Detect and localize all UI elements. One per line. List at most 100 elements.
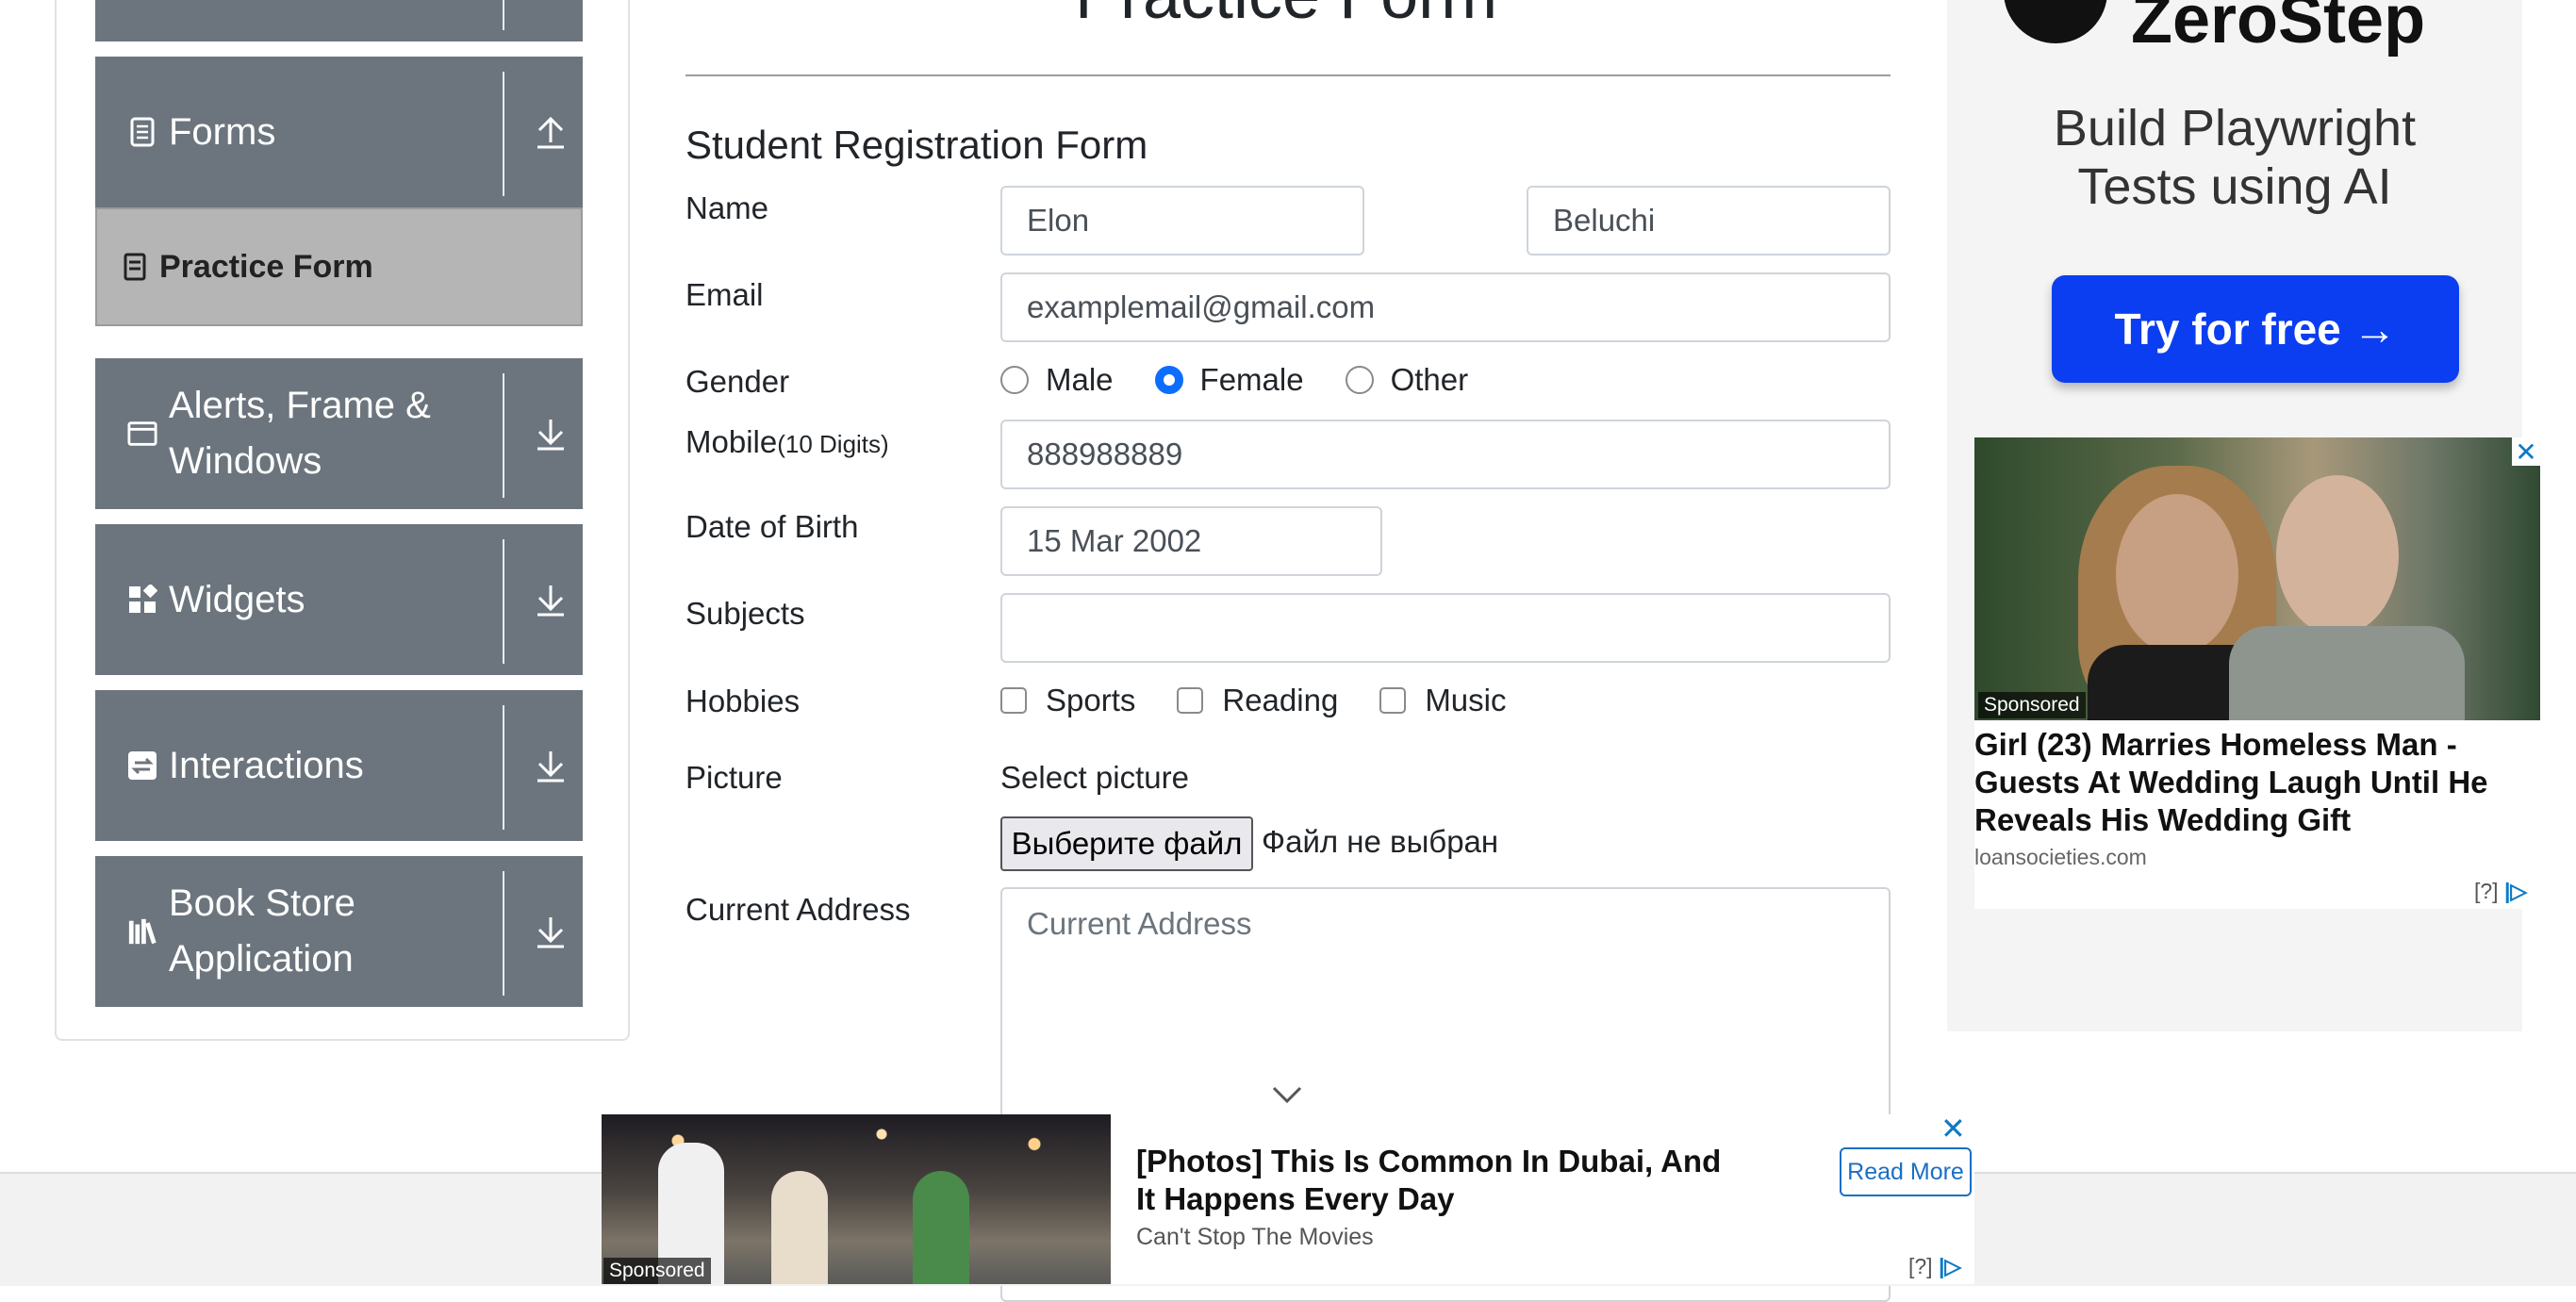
mobile-input[interactable]: 888988889 [1000, 420, 1891, 489]
expand-icon[interactable] [524, 407, 577, 460]
gender-label: Gender [685, 364, 790, 399]
group-divider [503, 373, 504, 498]
expand-icon[interactable] [524, 739, 577, 792]
sponsored-label: Sponsored [603, 1258, 711, 1284]
zerostep-logo: ZeroStep [2131, 0, 2426, 58]
gender-option-male[interactable]: Male [1000, 362, 1114, 398]
date-of-birth-input[interactable]: 15 Mar 2002 [1000, 506, 1382, 576]
gender-option-other[interactable]: Other [1345, 362, 1468, 398]
ad-headline[interactable]: [Photos] This Is Common In Dubai, And It… [1136, 1143, 1740, 1218]
expand-icon[interactable] [524, 905, 577, 958]
first-name-input[interactable]: Elon [1000, 186, 1364, 255]
dob-label: Date of Birth [685, 509, 859, 544]
sidebar-group-elements[interactable] [95, 0, 583, 41]
close-icon[interactable]: ✕ [1940, 1111, 1966, 1146]
title-divider [685, 74, 1891, 76]
checkbox-label: Reading [1222, 683, 1339, 717]
mobile-label-text: Mobile [685, 424, 778, 459]
chevron-down-icon[interactable] [1271, 1084, 1303, 1110]
bottom-banner-ad[interactable]: Sponsored [Photos] This Is Common In Dub… [602, 1111, 1974, 1284]
sidebar-group-label-line2: Windows [169, 440, 322, 482]
sidebar-item-practice-form[interactable]: Practice Form [95, 207, 583, 326]
sidebar-group-widgets[interactable]: Widgets [95, 524, 583, 675]
hobby-option-reading[interactable]: Reading [1177, 683, 1338, 718]
radio-other[interactable] [1345, 366, 1374, 394]
window-icon [127, 419, 157, 449]
form-badge-icon [124, 253, 146, 286]
radio-label: Male [1046, 362, 1114, 397]
file-status-text: Файл не выбран [1262, 824, 1499, 859]
zerostep-logo-icon [2004, 0, 2107, 43]
ad-info-icon: |▷ [2503, 879, 2528, 903]
hobby-option-music[interactable]: Music [1379, 683, 1507, 718]
interactions-icon [127, 750, 157, 781]
ad-headline-line1: Build Playwright [2053, 100, 2417, 157]
sponsored-label: Sponsored [1978, 692, 2086, 718]
checkbox-music[interactable] [1379, 687, 1407, 714]
ad-image-shape [2116, 494, 2238, 654]
group-divider [503, 539, 504, 664]
subjects-input[interactable] [1000, 593, 1891, 663]
try-for-free-button[interactable]: Try for free → [2052, 275, 2459, 383]
choose-file-button[interactable]: Выберите файл [1000, 816, 1253, 871]
sidebar-group-label: Widgets [169, 579, 305, 620]
ad-domain[interactable]: Can't Stop The Movies [1136, 1224, 1374, 1251]
ad-image-shape [771, 1171, 828, 1284]
native-ad[interactable]: Sponsored ✕ Girl (23) Marries Homeless M… [1974, 437, 2540, 909]
group-divider [503, 72, 504, 196]
adchoices-icon[interactable]: [?] |▷ [2474, 879, 2527, 904]
ad-image-shape [2276, 475, 2399, 635]
close-icon[interactable]: ✕ [2512, 437, 2540, 467]
current-address-label: Current Address [685, 892, 911, 927]
ad-image-shape [913, 1171, 969, 1284]
group-divider [503, 0, 504, 30]
sidebar-group-alerts-frames-windows[interactable]: Alerts, Frame & Windows [95, 358, 583, 509]
group-divider [503, 871, 504, 996]
sidebar-group-label: Forms [169, 111, 276, 153]
radio-label: Female [1199, 362, 1304, 397]
sidebar-group-label: Book Store [169, 882, 355, 924]
ad-headline[interactable]: Girl (23) Marries Homeless Man - Guests … [1974, 726, 2540, 839]
mobile-hint: (10 Digits) [777, 430, 889, 458]
radio-male[interactable] [1000, 366, 1029, 394]
mobile-label: Mobile(10 Digits) [685, 424, 889, 460]
adchoice-label: [?] [2474, 879, 2499, 903]
sidebar-group-interactions[interactable]: Interactions [95, 690, 583, 841]
expand-icon[interactable] [524, 573, 577, 626]
page-title: Practice Form [1075, 0, 1497, 34]
name-label: Name [685, 190, 769, 225]
gender-option-female[interactable]: Female [1154, 362, 1304, 398]
select-picture-label: Select picture [1000, 760, 1189, 795]
hobbies-checkbox-group: Sports Reading Music [1000, 683, 1548, 718]
widgets-icon [127, 585, 157, 615]
picture-label: Picture [685, 760, 783, 795]
ad-image-shape [2229, 626, 2465, 720]
checkbox-label: Sports [1046, 683, 1136, 717]
ad-headline: Build Playwright Tests using AI [1947, 99, 2522, 216]
sidebar-group-book-store[interactable]: Book Store Application [95, 856, 583, 1007]
sidebar-group-label: Alerts, Frame & [169, 385, 431, 426]
ad-image[interactable]: Sponsored [602, 1114, 1111, 1284]
checkbox-sports[interactable] [1000, 687, 1027, 714]
email-label: Email [685, 277, 764, 312]
ad-headline-line2: Tests using AI [2077, 158, 2392, 215]
email-input[interactable]: examplemail@gmail.com [1000, 272, 1891, 342]
adchoice-label: [?] [1908, 1254, 1933, 1278]
sidebar-group-forms[interactable]: Forms [95, 57, 583, 207]
gender-radio-group: Male Female Other [1000, 362, 1510, 398]
checkbox-reading[interactable] [1177, 687, 1204, 714]
form-icon [127, 117, 157, 147]
hobbies-label: Hobbies [685, 684, 801, 718]
adchoices-icon[interactable]: [?] |▷ [1908, 1254, 1961, 1279]
radio-female[interactable] [1154, 366, 1183, 394]
last-name-input[interactable]: Beluchi [1527, 186, 1891, 255]
subjects-label: Subjects [685, 596, 805, 631]
ad-domain[interactable]: loansocieties.com [1974, 845, 2147, 870]
sidebar-group-label-line2: Application [169, 938, 354, 980]
collapse-icon[interactable] [524, 106, 577, 158]
hobby-option-sports[interactable]: Sports [1000, 683, 1135, 718]
group-divider [503, 705, 504, 830]
checkbox-label: Music [1425, 683, 1507, 717]
ad-image[interactable]: Sponsored ✕ [1974, 437, 2540, 720]
read-more-button[interactable]: Read More [1840, 1147, 1972, 1196]
